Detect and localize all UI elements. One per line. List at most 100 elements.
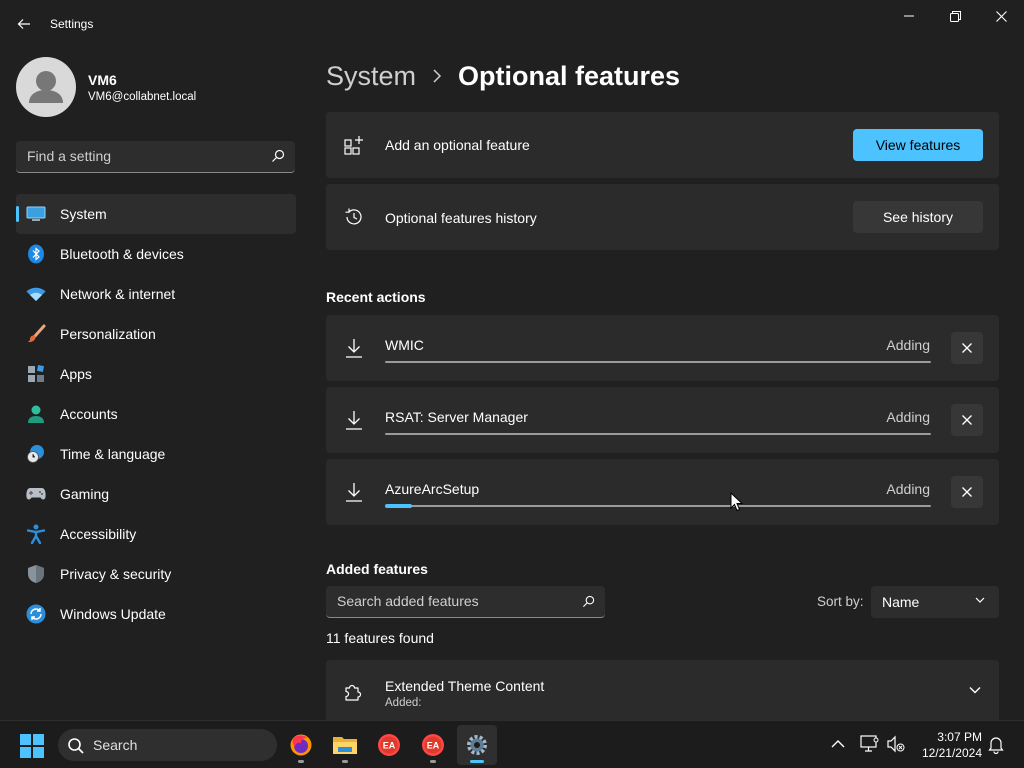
restore-icon bbox=[949, 10, 961, 22]
sidebar-item-label: Accessibility bbox=[60, 526, 137, 542]
action-name: RSAT: Server Manager bbox=[385, 409, 528, 425]
svg-text:EA: EA bbox=[383, 741, 396, 751]
sidebar-item-label: Gaming bbox=[60, 486, 110, 502]
cancel-action-button[interactable] bbox=[951, 476, 983, 508]
add-feature-card: Add an optional feature View features bbox=[326, 112, 999, 178]
volume-muted-icon[interactable] bbox=[886, 735, 906, 753]
action-name: WMIC bbox=[385, 337, 424, 353]
apps-icon bbox=[26, 364, 46, 384]
breadcrumb: System Optional features bbox=[326, 58, 680, 94]
mouse-cursor-icon bbox=[730, 492, 744, 512]
notification-bell-icon[interactable] bbox=[988, 736, 1004, 754]
cancel-action-button[interactable] bbox=[951, 404, 983, 436]
close-icon bbox=[995, 10, 1007, 22]
wifi-icon bbox=[26, 284, 46, 304]
taskbar-app-ea[interactable]: EA bbox=[369, 725, 409, 765]
action-status: Adding bbox=[886, 481, 930, 497]
avatar[interactable] bbox=[16, 57, 76, 117]
start-button[interactable] bbox=[20, 734, 44, 763]
feature-name: Extended Theme Content bbox=[385, 678, 545, 694]
clock-time: 3:07 PM bbox=[937, 730, 982, 744]
firefox-icon bbox=[290, 734, 312, 756]
breadcrumb-parent[interactable]: System bbox=[326, 61, 416, 92]
history-card: Optional features history See history bbox=[326, 184, 999, 250]
search-added-input[interactable] bbox=[326, 586, 571, 616]
close-button[interactable] bbox=[978, 0, 1024, 32]
sidebar-item-label: Personalization bbox=[60, 326, 156, 342]
see-history-button[interactable]: See history bbox=[853, 201, 983, 233]
sidebar-item-personalization[interactable]: Personalization bbox=[16, 314, 296, 354]
find-setting-box bbox=[16, 141, 295, 173]
taskbar-app-file-explorer[interactable] bbox=[325, 725, 365, 765]
sidebar-nav: System Bluetooth & devices Network & int… bbox=[16, 194, 296, 634]
cancel-action-button[interactable] bbox=[951, 332, 983, 364]
gamepad-icon bbox=[26, 484, 46, 504]
sidebar-item-label: Privacy & security bbox=[60, 566, 172, 582]
feature-added-date: Added: bbox=[385, 697, 422, 709]
find-setting-input[interactable] bbox=[16, 141, 256, 171]
accessibility-icon bbox=[26, 524, 46, 544]
sidebar-item-label: Windows Update bbox=[60, 606, 166, 622]
sidebar-item-system[interactable]: System bbox=[16, 194, 296, 234]
network-status-icon[interactable] bbox=[860, 735, 880, 753]
action-status: Adding bbox=[886, 409, 930, 425]
system-icon bbox=[26, 204, 46, 224]
sidebar-item-bluetooth[interactable]: Bluetooth & devices bbox=[16, 234, 296, 274]
close-icon bbox=[962, 415, 972, 425]
taskbar: Search EA EA 3:07 PM 12/21/2024 bbox=[0, 720, 1024, 768]
back-button[interactable] bbox=[12, 10, 36, 38]
file-explorer-icon bbox=[333, 737, 357, 754]
action-name: AzureArcSetup bbox=[385, 481, 480, 497]
sidebar-item-network[interactable]: Network & internet bbox=[16, 274, 296, 314]
profile-name: VM6 bbox=[88, 72, 117, 88]
puzzle-icon bbox=[345, 684, 362, 701]
taskbar-app-settings[interactable] bbox=[457, 725, 497, 765]
action-status: Adding bbox=[886, 337, 930, 353]
sidebar-item-label: Apps bbox=[60, 366, 92, 382]
taskbar-app-firefox[interactable] bbox=[281, 725, 321, 765]
history-icon bbox=[342, 205, 366, 229]
taskbar-app-ea-2[interactable]: EA bbox=[413, 725, 453, 765]
search-icon bbox=[582, 595, 595, 608]
profile-email: VM6@collabnet.local bbox=[88, 91, 197, 103]
progress-bar bbox=[385, 433, 931, 435]
sort-value: Name bbox=[882, 594, 920, 610]
search-icon bbox=[272, 149, 285, 162]
sidebar-item-apps[interactable]: Apps bbox=[16, 354, 296, 394]
sidebar-item-privacy[interactable]: Privacy & security bbox=[16, 554, 296, 594]
sidebar-item-windows-update[interactable]: Windows Update bbox=[16, 594, 296, 634]
person-icon bbox=[29, 71, 63, 103]
shield-icon bbox=[26, 564, 46, 584]
progress-bar bbox=[385, 361, 931, 363]
sort-dropdown[interactable]: Name bbox=[871, 586, 999, 618]
update-icon bbox=[26, 604, 46, 624]
settings-icon bbox=[467, 735, 487, 755]
app-title: Settings bbox=[50, 17, 94, 31]
chevron-down-icon bbox=[975, 597, 985, 603]
sidebar-item-label: Time & language bbox=[60, 446, 166, 462]
windows-logo-icon bbox=[20, 734, 44, 758]
taskbar-search[interactable]: Search bbox=[58, 729, 277, 761]
sidebar-item-accounts[interactable]: Accounts bbox=[16, 394, 296, 434]
sidebar-item-label: Accounts bbox=[60, 406, 118, 422]
chevron-up-icon[interactable] bbox=[831, 739, 845, 749]
svg-text:EA: EA bbox=[427, 741, 440, 751]
recent-action-row: AzureArcSetup Adding bbox=[326, 459, 999, 525]
brush-icon bbox=[26, 324, 46, 344]
page-title: Optional features bbox=[458, 60, 681, 91]
minimize-button[interactable] bbox=[886, 0, 932, 32]
ea-app-icon: EA bbox=[422, 734, 444, 756]
added-features-title: Added features bbox=[326, 561, 428, 577]
taskbar-clock[interactable]: 3:07 PM 12/21/2024 bbox=[912, 729, 982, 761]
sidebar-item-gaming[interactable]: Gaming bbox=[16, 474, 296, 514]
sidebar-item-label: Network & internet bbox=[60, 286, 176, 302]
download-icon bbox=[342, 480, 366, 504]
view-features-button[interactable]: View features bbox=[853, 129, 983, 161]
feature-row[interactable]: Extended Theme Content Added: bbox=[326, 660, 999, 720]
sidebar-item-accessibility[interactable]: Accessibility bbox=[16, 514, 296, 554]
close-icon bbox=[962, 343, 972, 353]
sidebar-item-time-language[interactable]: Time & language bbox=[16, 434, 296, 474]
restore-button[interactable] bbox=[932, 0, 978, 32]
download-icon bbox=[342, 408, 366, 432]
recent-action-row: WMIC Adding bbox=[326, 315, 999, 381]
